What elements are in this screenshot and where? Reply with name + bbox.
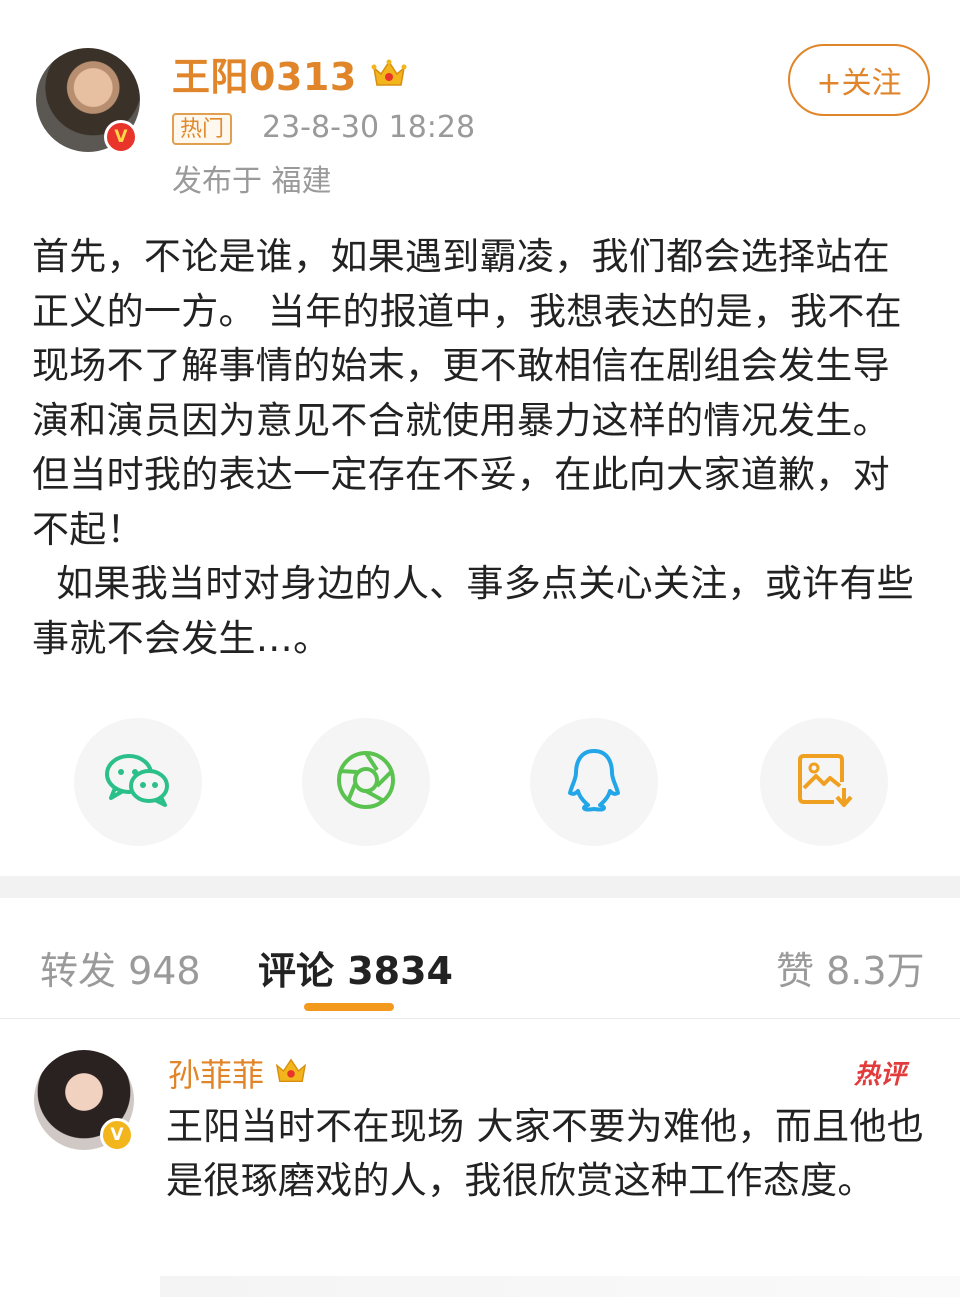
post-body: 首先，不论是谁，如果遇到霸凌，我们都会选择站在正义的一方。 当年的报道中，我想表… [32,235,915,660]
commenter-name-row[interactable]: 孙菲菲 [168,1050,307,1096]
qq-icon [566,747,622,817]
share-qq-button[interactable] [530,718,658,846]
post-location: 发布于 福建 [172,164,332,199]
post-time: 23-8-30 18:28 [262,110,476,145]
comment-text: 王阳当时不在现场 大家不要为难他，而且他也是很琢磨戏的人，我很欣赏这种工作态度。 [166,1105,925,1202]
tab-comment[interactable]: 评论 3834 [258,940,453,995]
author-name[interactable]: 王阳0313 [172,55,357,99]
moments-icon [335,749,397,815]
share-wechat-button[interactable] [74,718,202,846]
save-image-icon [794,750,854,814]
active-tab-indicator [304,1003,394,1011]
verified-badge-icon: V [104,120,138,154]
commenter-verified-icon: V [100,1118,134,1152]
next-item-preview [160,1276,960,1297]
hot-comment-badge: 热评 [854,1060,907,1090]
tab-like[interactable]: 赞 8.3万 [776,940,925,995]
hot-tag: 热门 [172,113,233,145]
commenter-name[interactable]: 孙菲菲 [168,1056,264,1094]
crown-icon [371,55,406,86]
share-moments-button[interactable] [302,718,430,846]
follow-button[interactable]: +关注 [788,44,930,116]
save-image-button[interactable] [760,718,888,846]
tab-separator [0,1018,960,1019]
tab-repost[interactable]: 转发 948 [40,940,201,995]
commenter-crown-icon [274,1056,307,1084]
section-divider [0,876,960,898]
wechat-icon [103,750,173,814]
author-name-row[interactable]: 王阳0313 [172,46,406,101]
